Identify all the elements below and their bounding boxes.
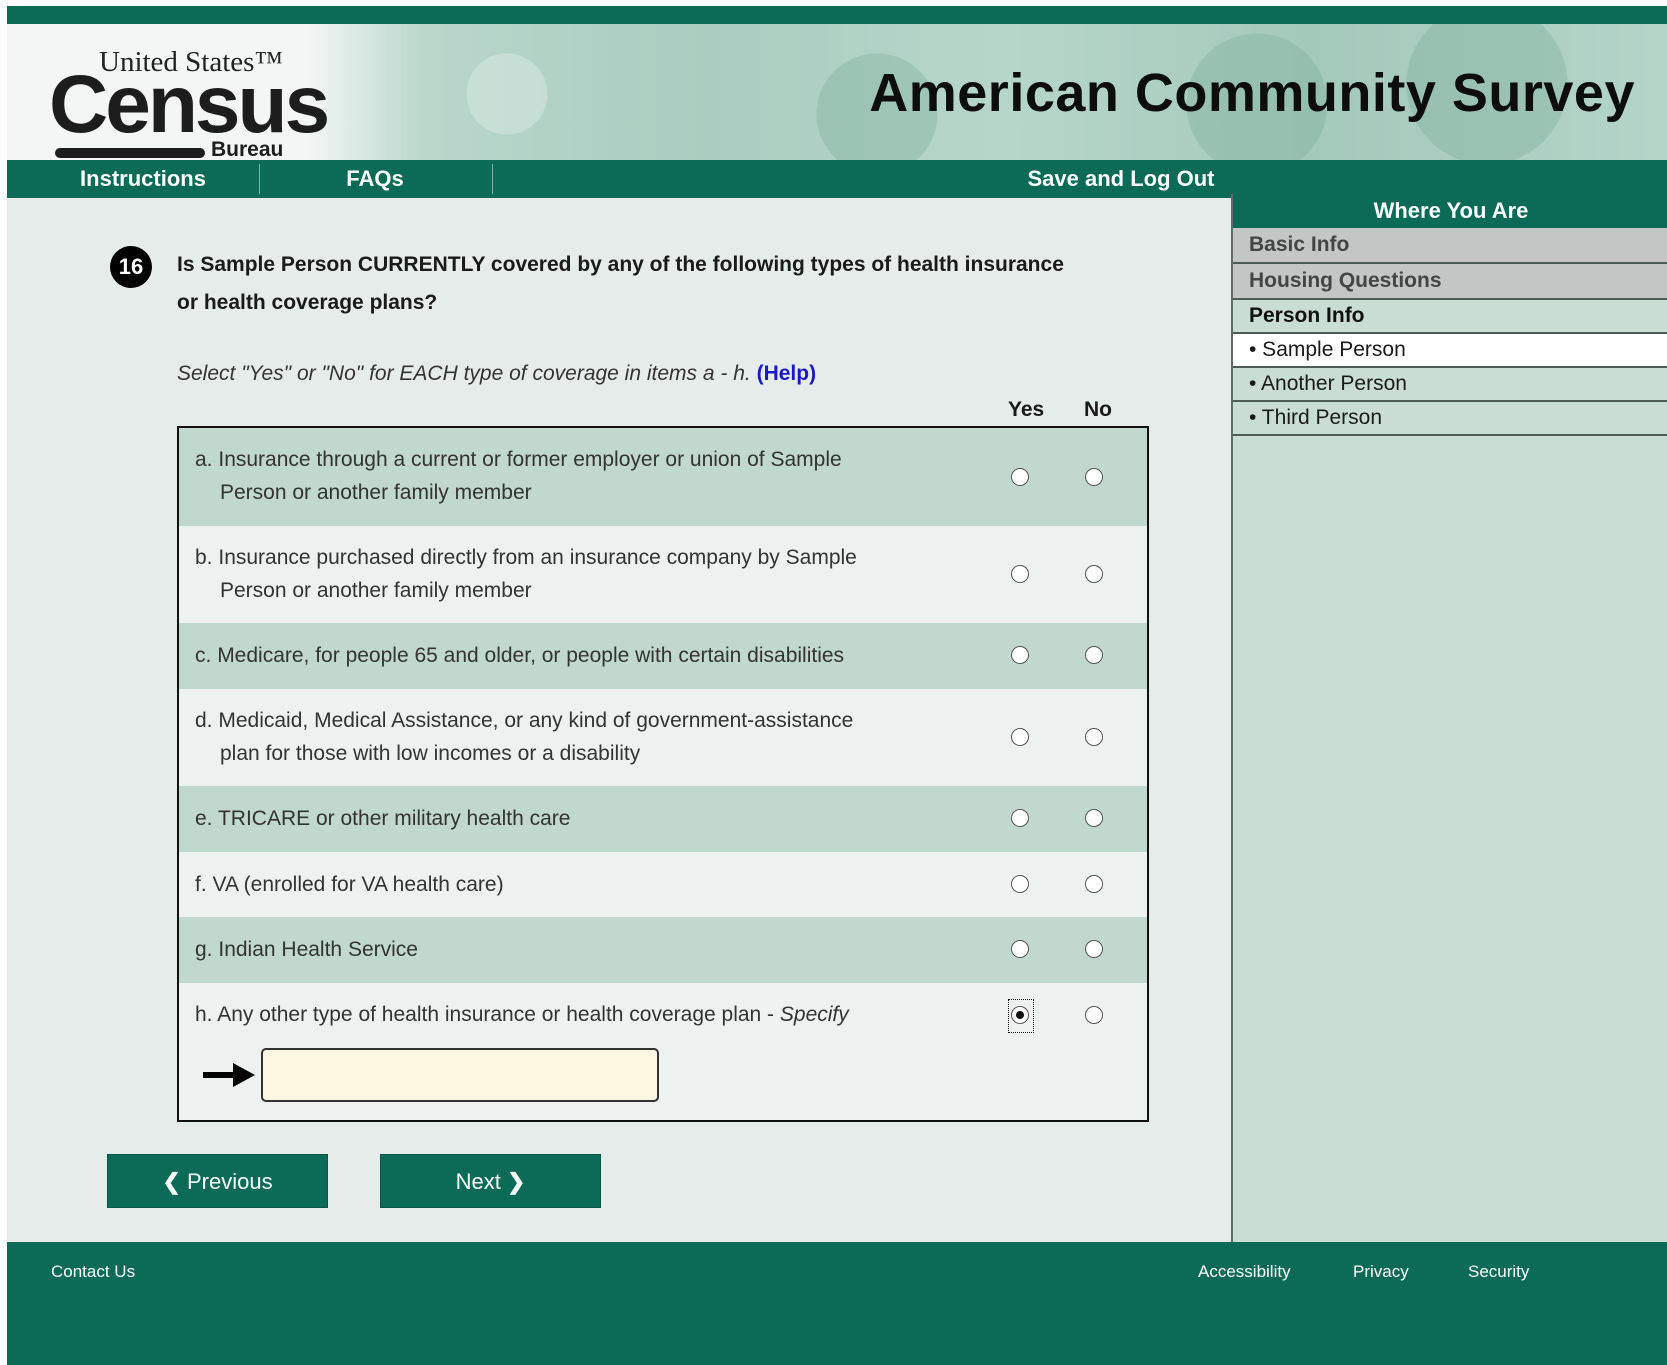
row-label-e: e. TRICARE or other military health care [195,802,570,835]
coverage-row-e: e. TRICARE or other military health care [179,786,1147,852]
row-letter: h. [195,1003,213,1026]
coverage-row-f: f. VA (enrolled for VA health care) [179,852,1147,917]
coverage-row-c: c. Medicare, for people 65 and older, or… [179,623,1147,689]
row-text-line2: plan for those with low incomes or a dis… [220,742,641,765]
footer-security[interactable]: Security [1468,1262,1529,1282]
sidebar-item-another-person[interactable]: • Another Person [1233,368,1667,402]
arrow-right-icon [203,1063,255,1087]
radio-yes-e[interactable] [1011,809,1029,827]
row-label-b: b. Insurance purchased directly from an … [195,541,857,607]
radio-no-c[interactable] [1085,646,1103,664]
radio-no-b[interactable] [1085,565,1103,583]
radio-no-a[interactable] [1085,468,1103,486]
where-you-are-panel: Where You Are Basic Info Housing Questio… [1231,194,1667,1244]
radio-no-g[interactable] [1085,940,1103,958]
nav-save-logout[interactable]: Save and Log Out [1001,160,1241,198]
sidebar-item-sample-person[interactable]: • Sample Person [1233,334,1667,368]
next-button[interactable]: Next ❯ [380,1154,601,1208]
radio-yes-h[interactable] [1011,1006,1029,1024]
nav-separator [259,164,260,194]
radio-yes-f[interactable] [1011,875,1029,893]
site-title: American Community Survey [869,63,1635,123]
nav-bar: Instructions FAQs Save and Log Out [7,160,1667,198]
footer: Contact Us Accessibility Privacy Securit… [7,1242,1667,1365]
radio-no-d[interactable] [1085,728,1103,746]
row-letter: g. [195,938,213,961]
sidebar-item-person-info[interactable]: Person Info [1233,300,1667,334]
row-letter: c. [195,644,212,667]
row-label-d: d. Medicaid, Medical Assistance, or any … [195,704,853,770]
row-letter: f. [195,873,207,896]
row-text: VA (enrolled for VA health care) [212,873,504,896]
sidebar-item-basic-info[interactable]: Basic Info [1233,228,1667,264]
coverage-row-d: d. Medicaid, Medical Assistance, or any … [179,689,1147,786]
radio-yes-d[interactable] [1011,728,1029,746]
chevron-left-icon: ❮ [162,1169,181,1194]
previous-button[interactable]: ❮ Previous [107,1154,328,1208]
radio-no-f[interactable] [1085,875,1103,893]
row-specify: Specify [779,1003,849,1026]
coverage-row-h: h. Any other type of health insurance or… [179,983,1147,1118]
row-text: Indian Health Service [218,938,418,961]
radio-yes-g[interactable] [1011,940,1029,958]
nav-separator [492,164,493,194]
row-text: TRICARE or other military health care [217,807,571,830]
radio-no-e[interactable] [1085,809,1103,827]
page: United States™ Census Bureau American Co… [7,6,1667,1365]
row-label-g: g. Indian Health Service [195,933,418,966]
logo-census: Census [49,59,330,150]
row-text-line2: Person or another family member [220,579,532,602]
footer-accessibility[interactable]: Accessibility [1198,1262,1291,1282]
coverage-row-a: a. Insurance through a current or former… [179,428,1147,526]
top-stripe [7,6,1667,24]
sidebar-item-third-person[interactable]: • Third Person [1233,402,1667,436]
question-text: Is Sample Person CURRENTLY covered by an… [177,253,1064,314]
logo-bureau: Bureau [211,138,284,161]
nav-faqs[interactable]: FAQs [277,160,473,198]
logo-bar [55,148,205,158]
previous-label: Previous [186,1169,273,1194]
row-text: Any other type of health insurance or he… [217,1003,780,1026]
row-text-line2: Person or another family member [220,481,532,504]
row-letter: e. [195,807,213,830]
census-logo[interactable]: United States™ Census Bureau [49,44,330,164]
instruction-text: Select "Yes" or "No" for EACH type of co… [177,362,751,385]
row-label-c: c. Medicare, for people 65 and older, or… [195,639,844,672]
next-label: Next [455,1169,501,1194]
row-label-f: f. VA (enrolled for VA health care) [195,868,504,901]
row-letter: a. [195,448,213,471]
radio-no-h[interactable] [1085,1006,1103,1024]
row-letter: b. [195,546,213,569]
row-text: Insurance purchased directly from an ins… [218,546,857,569]
help-link[interactable]: (Help) [757,362,817,385]
coverage-table: a. Insurance through a current or former… [177,426,1149,1122]
radio-yes-b[interactable] [1011,565,1029,583]
radio-yes-c[interactable] [1011,646,1029,664]
row-text: Insurance through a current or former em… [218,448,842,471]
row-text: Medicare, for people 65 and older, or pe… [217,644,845,667]
footer-contact-us[interactable]: Contact Us [51,1262,135,1282]
chevron-right-icon: ❯ [506,1169,526,1194]
header-banner: United States™ Census Bureau American Co… [7,24,1667,168]
coverage-row-g: g. Indian Health Service [179,917,1147,983]
column-header-no: No [1084,398,1112,421]
nav-instructions[interactable]: Instructions [47,160,239,198]
coverage-row-b: b. Insurance purchased directly from an … [179,526,1147,623]
row-text: Medicaid, Medical Assistance, or any kin… [218,709,854,732]
row-label-a: a. Insurance through a current or former… [195,443,842,509]
where-you-are-title: Where You Are [1233,194,1667,228]
specify-input[interactable] [261,1048,659,1102]
row-label-h: h. Any other type of health insurance or… [195,998,849,1031]
footer-privacy[interactable]: Privacy [1353,1262,1409,1282]
question-instruction: Select "Yes" or "No" for EACH type of co… [177,362,816,386]
radio-yes-a[interactable] [1011,468,1029,486]
column-header-yes: Yes [1008,398,1045,421]
sidebar-item-housing-questions[interactable]: Housing Questions [1233,264,1667,300]
question-number-badge: 16 [110,246,152,288]
row-letter: d. [195,709,213,732]
